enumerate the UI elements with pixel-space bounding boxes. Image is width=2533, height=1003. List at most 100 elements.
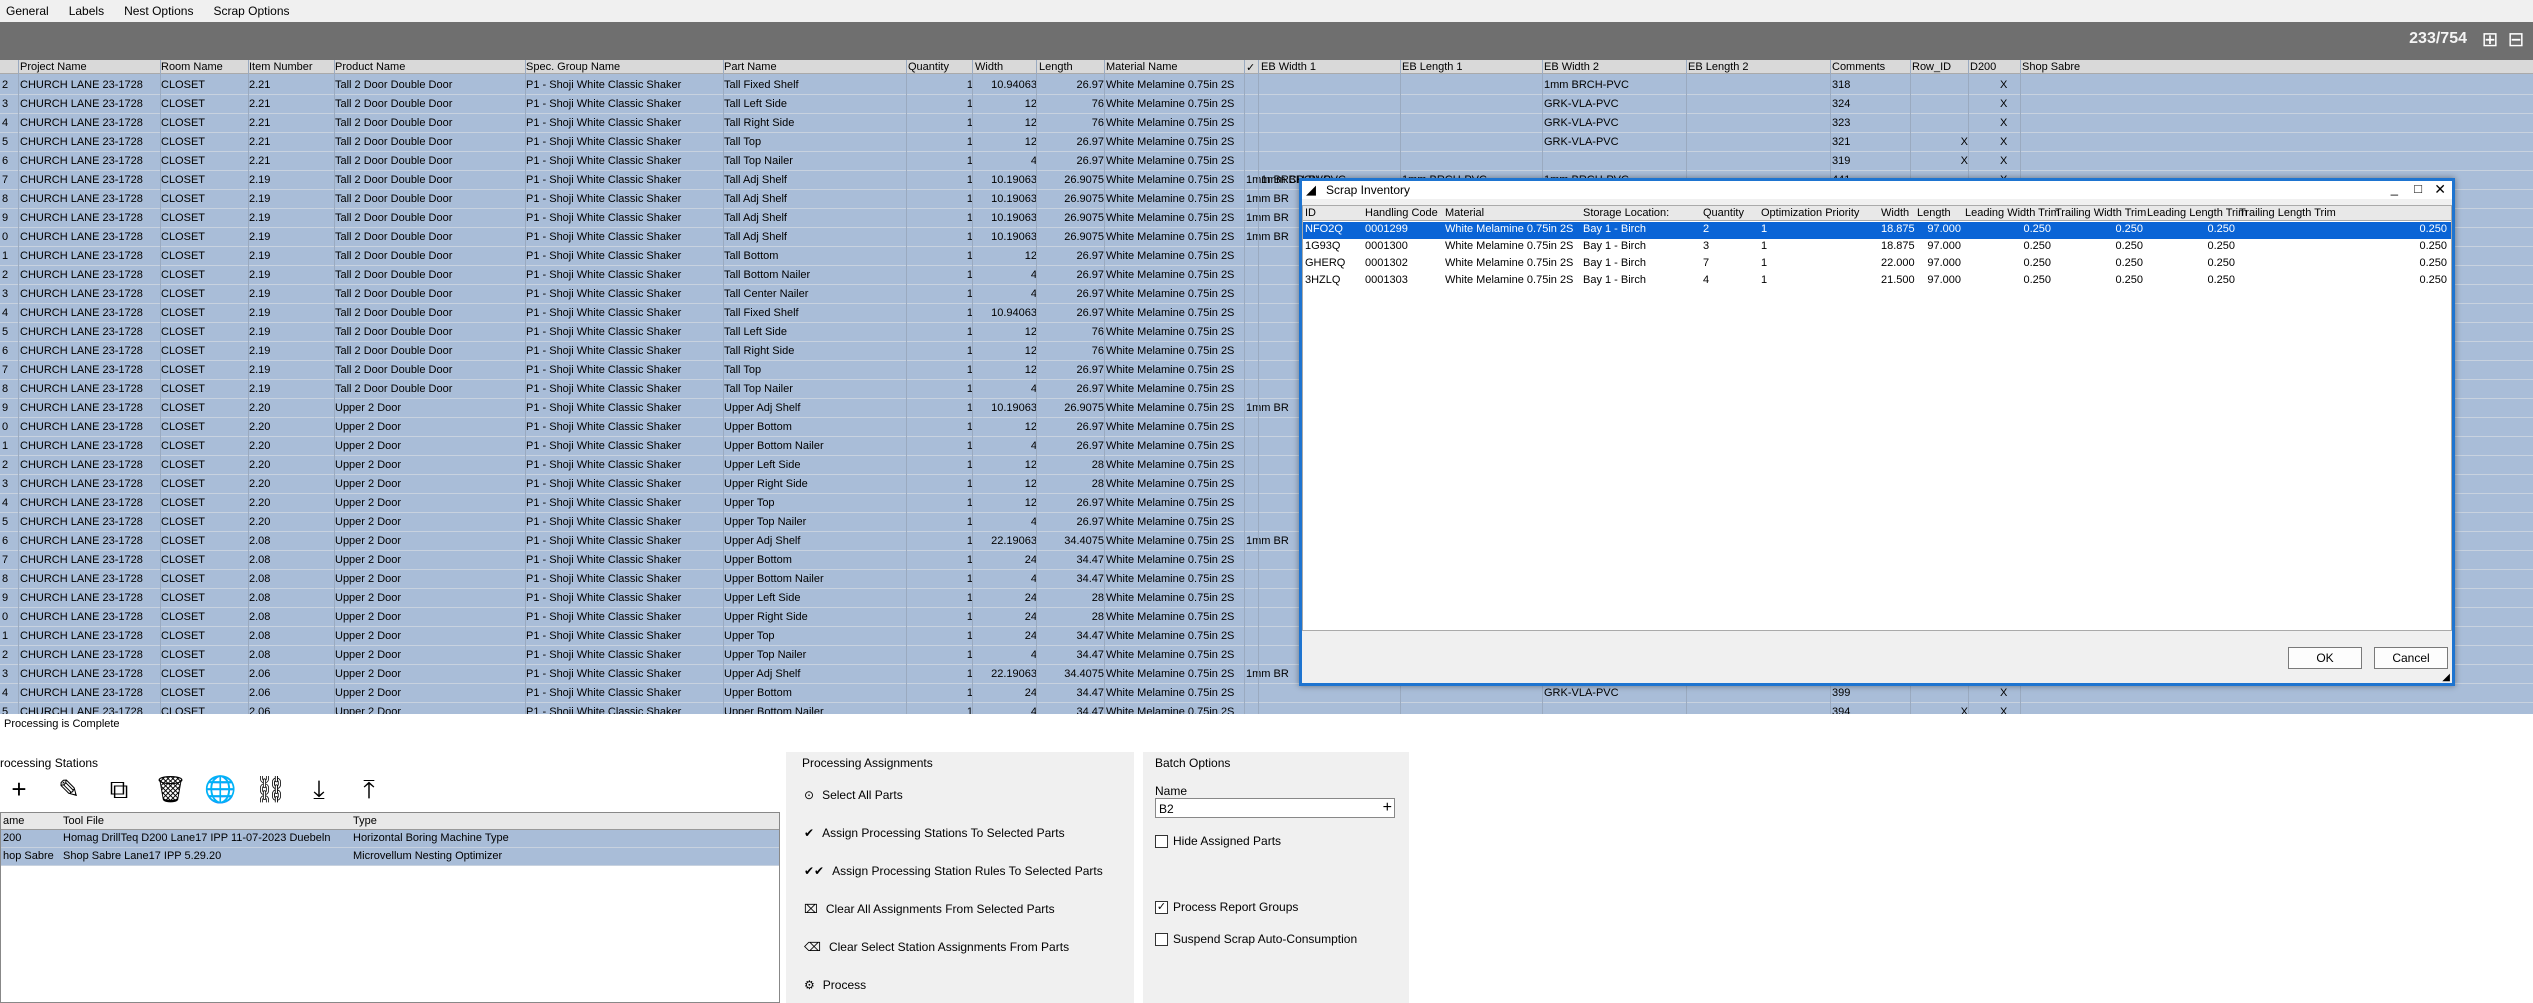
col-header-part[interactable]: Part Name	[724, 61, 777, 73]
cell-quantity: 1	[966, 383, 973, 395]
clear-station-assignments-button[interactable]: ⌫ Clear Select Station Assignments From P…	[804, 940, 1069, 954]
process-report-groups-checkbox[interactable]: ✓ Process Report Groups	[1155, 900, 1298, 915]
cell-length: 34.47	[1076, 649, 1104, 661]
ok-button[interactable]: OK	[2288, 647, 2362, 669]
minimize-icon[interactable]: _	[2391, 181, 2398, 196]
table-row[interactable]: 3 CHURCH LANE 23-1728 CLOSET 2.21 Tall 2 Doo…	[0, 95, 2533, 114]
menu-nest-options[interactable]: Nest Options	[124, 4, 193, 18]
col-header-material[interactable]: Material Name	[1106, 61, 1178, 73]
cell-quantity: 1	[966, 231, 973, 243]
scrap-col-material[interactable]: Material	[1445, 207, 1484, 219]
cell-quantity: 1	[966, 459, 973, 471]
download-icon[interactable]: ⤓	[304, 776, 334, 802]
menu-labels[interactable]: Labels	[69, 4, 104, 18]
table-row[interactable]: 5 CHURCH LANE 23-1728 CLOSET 2.21 Tall 2 Doo…	[0, 133, 2533, 152]
cell-item: 2.21	[249, 98, 271, 110]
col-header-product[interactable]: Product Name	[335, 61, 405, 73]
scrap-col-length[interactable]: Length	[1917, 207, 1951, 219]
scrap-col-priority[interactable]: Optimization Priority	[1761, 207, 1859, 219]
upload-icon[interactable]: ⤒	[354, 776, 384, 802]
clear-all-assignments-button[interactable]: ⌧ Clear All Assignments From Selected Par…	[804, 902, 1055, 916]
process-button[interactable]: ⚙ Process	[804, 978, 866, 992]
table-row[interactable]: 6 CHURCH LANE 23-1728 CLOSET 2.21 Tall 2 Doo…	[0, 152, 2533, 171]
col-header-length[interactable]: Length	[1039, 61, 1073, 73]
scrap-table[interactable]: ID Handling Code Material Storage Location:…	[1302, 205, 2452, 631]
suspend-scrap-checkbox[interactable]: Suspend Scrap Auto-Consumption	[1155, 932, 1357, 947]
cell-project: CHURCH LANE 23-1728	[20, 459, 143, 471]
col-header-eb-length-1[interactable]: EB Length 1	[1402, 61, 1463, 73]
cell-project: CHURCH LANE 23-1728	[20, 269, 143, 281]
select-all-parts-button[interactable]: ⊙ Select All Parts	[804, 788, 903, 802]
table-row[interactable]: 2 CHURCH LANE 23-1728 CLOSET 2.21 Tall 2 Doo…	[0, 76, 2533, 95]
col-header-width[interactable]: Width	[975, 61, 1003, 73]
cell-spec-group: P1 - Shoji White Classic Shaker	[526, 250, 682, 262]
scrap-col-width[interactable]: Width	[1881, 207, 1909, 219]
col-header-quantity[interactable]: Quantity	[908, 61, 949, 73]
col-header-item[interactable]: Item Number	[249, 61, 313, 73]
station-row[interactable]: hop Sabre Shop Sabre Lane17 IPP 5.29.20 …	[1, 848, 779, 866]
menu-general[interactable]: General	[6, 4, 49, 18]
col-header-check[interactable]: ✓	[1246, 61, 1255, 74]
scrap-col-leading-width-trim[interactable]: Leading Width Trim	[1965, 207, 2060, 219]
scrap-col-leading-length-trim[interactable]: Leading Length Trim	[2147, 207, 2247, 219]
scrap-col-trailing-length-trim[interactable]: Trailing Length Trim	[2239, 207, 2336, 219]
cell-room: CLOSET	[161, 288, 206, 300]
app-icon: ◢	[1306, 182, 1316, 197]
scrap-row[interactable]: 1G93Q 0001300 White Melamine 0.75in 2S Bay …	[1303, 239, 2451, 256]
maximize-icon[interactable]: □	[2414, 181, 2422, 196]
col-header-shop-sabre[interactable]: Shop Sabre	[2022, 61, 2080, 73]
resize-grip-icon[interactable]: ◢	[2442, 672, 2450, 683]
scrap-col-id[interactable]: ID	[1305, 207, 1316, 219]
cell-spec-group: P1 - Shoji White Classic Shaker	[526, 364, 682, 376]
station-row[interactable]: 200 Homag DrillTeq D200 Lane17 IPP 11-07…	[1, 830, 779, 848]
cell-spec-group: P1 - Shoji White Classic Shaker	[526, 611, 682, 623]
close-icon[interactable]: ✕	[2434, 181, 2446, 198]
cell-product: Upper 2 Door	[335, 516, 402, 528]
menu-scrap-options[interactable]: Scrap Options	[213, 4, 289, 18]
batch-name-input[interactable]: B2 +	[1155, 798, 1395, 818]
add-icon[interactable]: +	[1383, 799, 1392, 817]
add-icon[interactable]: ⊞	[2479, 30, 2501, 52]
col-header-d200[interactable]: D200	[1970, 61, 1996, 73]
scrap-col-trailing-width-trim[interactable]: Trailing Width Trim	[2055, 207, 2146, 219]
cell-item: 2.19	[249, 307, 271, 319]
table-row[interactable]: 4 CHURCH LANE 23-1728 CLOSET 2.06 Upper 2 Do…	[0, 684, 2533, 703]
assign-rules-button[interactable]: ✔✔ Assign Processing Station Rules To Sel…	[804, 864, 1103, 878]
scrap-row[interactable]: 3HZLQ 0001303 White Melamine 0.75in 2S Bay …	[1303, 273, 2451, 290]
table-row[interactable]: 5 CHURCH LANE 23-1728 CLOSET 2.06 Upper 2 Do…	[0, 703, 2533, 714]
delete-icon[interactable]: 🗑	[154, 776, 187, 802]
copy-icon[interactable]: ⧉	[104, 776, 134, 802]
cell-room: CLOSET	[161, 193, 206, 205]
globe-icon[interactable]: 🌐	[204, 776, 236, 802]
col-header-comments[interactable]: Comments	[1832, 61, 1885, 73]
col-header-project[interactable]: Project Name	[20, 61, 87, 73]
link-icon[interactable]: ⛓	[254, 776, 287, 802]
table-row[interactable]: 4 CHURCH LANE 23-1728 CLOSET 2.21 Tall 2 Doo…	[0, 114, 2533, 133]
cell-product: Upper 2 Door	[335, 402, 402, 414]
col-header-row-id[interactable]: Row_ID	[1912, 61, 1951, 73]
cell-material: White Melamine 0.75in 2S	[1106, 345, 1235, 357]
assign-stations-button[interactable]: ✔ Assign Processing Stations To Selected …	[804, 826, 1065, 840]
cell-part: Upper Bottom	[724, 687, 792, 699]
add-icon[interactable]: +	[4, 776, 34, 802]
scrap-col-handling-code[interactable]: Handling Code	[1365, 207, 1438, 219]
row-index: 8	[2, 193, 9, 205]
scrap-row[interactable]: GHERQ 0001302 White Melamine 0.75in 2S Bay …	[1303, 256, 2451, 273]
edit-icon[interactable]: ✎	[54, 776, 84, 802]
col-header-room[interactable]: Room Name	[161, 61, 223, 73]
scrap-col-quantity[interactable]: Quantity	[1703, 207, 1744, 219]
cell-room: CLOSET	[161, 573, 206, 585]
hide-assigned-checkbox[interactable]: Hide Assigned Parts	[1155, 834, 1281, 849]
collapse-icon[interactable]: ⊟	[2505, 30, 2527, 52]
col-header-eb-width-1[interactable]: EB Width 1	[1261, 61, 1316, 73]
scrap-col-storage-location[interactable]: Storage Location:	[1583, 207, 1669, 219]
cell-project: CHURCH LANE 23-1728	[20, 402, 143, 414]
station-tool-file: Homag DrillTeq D200 Lane17 IPP 11-07-202…	[63, 832, 331, 844]
col-header-spec-group[interactable]: Spec. Group Name	[526, 61, 620, 73]
scrap-cell-priority: 1	[1761, 274, 1768, 286]
col-header-eb-length-2[interactable]: EB Length 2	[1688, 61, 1749, 73]
col-header-eb-width-2[interactable]: EB Width 2	[1544, 61, 1599, 73]
stations-table[interactable]: ame Tool File Type 200 Homag DrillTeq D2…	[0, 812, 780, 1003]
cancel-button[interactable]: Cancel	[2374, 647, 2448, 669]
scrap-row[interactable]: NFO2Q 0001299 White Melamine 0.75in 2S Bay …	[1303, 222, 2451, 239]
